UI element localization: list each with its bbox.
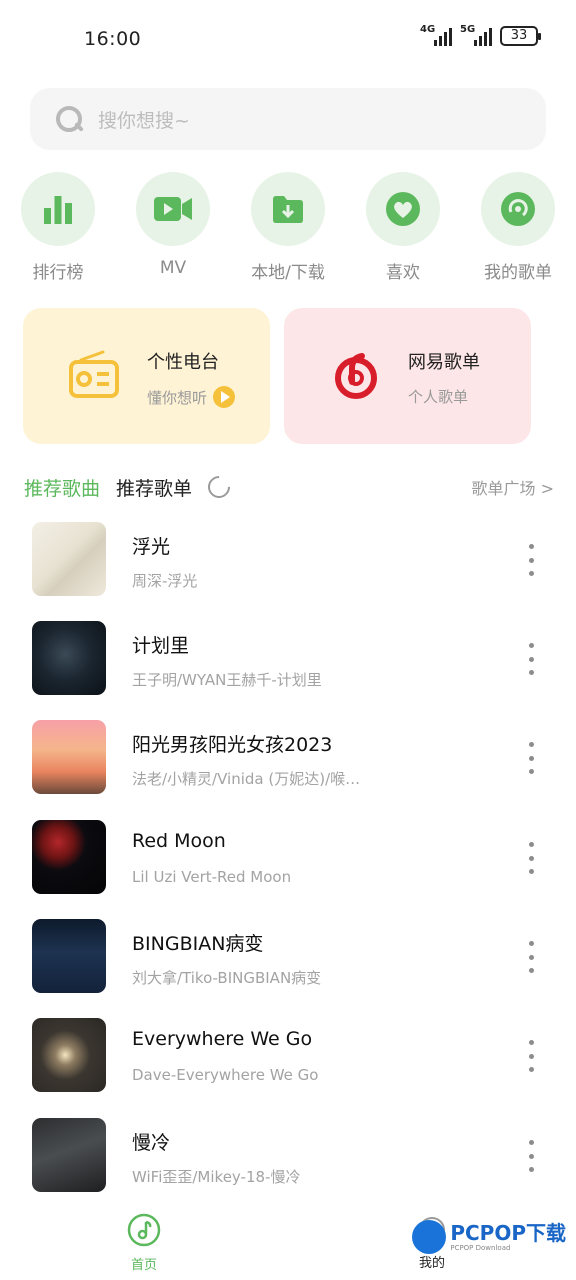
radio-card-title: 个性电台 [147,352,219,373]
song-title: 慢冷 [132,1132,171,1154]
radio-icon [67,348,123,404]
chart-bars-icon [21,172,95,246]
nav-favorite-label: 喜欢 [386,263,420,283]
personal-radio-card[interactable]: 个性电台 懂你想听 [23,308,270,444]
song-title: Red Moon [132,830,226,852]
more-options-icon[interactable] [527,1040,535,1072]
more-options-icon[interactable] [527,842,535,874]
netease-playlist-card[interactable]: 网易歌单 个人歌单 [284,308,531,444]
more-options-icon[interactable] [527,941,535,973]
tab-recommended-songs[interactable]: 推荐歌曲 [24,474,100,501]
album-cover [32,820,106,894]
bottom-nav-home-label: 首页 [130,1258,157,1273]
status-bar: 16:00 4G 5G 33 [0,0,576,80]
list-item[interactable]: Red Moon Lil Uzi Vert-Red Moon [0,820,576,896]
song-artist: Dave-Everywhere We Go [132,1066,319,1084]
music-note-icon [127,1213,161,1247]
more-options-icon[interactable] [527,544,535,576]
song-title: 浮光 [132,536,171,558]
disc-icon [481,172,555,246]
album-cover [32,1118,106,1192]
more-options-icon[interactable] [527,742,535,774]
heart-icon [366,172,440,246]
song-artist: 法老/小精灵/Vinida (万妮达)/喉… [132,770,361,788]
signal-4g-icon: 4G [420,24,452,46]
bottom-nav-home[interactable]: 首页 [104,1213,184,1273]
list-item[interactable]: BINGBIAN病变 刘大拿/Tiko-BINGBIAN病变 [0,919,576,995]
album-cover [32,919,106,993]
bottom-nav-mine-label: 我的 [418,1256,445,1271]
more-options-icon[interactable] [527,643,535,675]
song-artist: 刘大拿/Tiko-BINGBIAN病变 [132,969,322,987]
album-cover [32,522,106,596]
netease-card-subtitle: 个人歌单 [408,388,469,406]
search-placeholder: 搜你想搜~ [98,109,190,132]
nav-local-download[interactable]: 本地/下载 [228,172,348,283]
nav-mv-label: MV [159,258,187,278]
song-artist: 王子明/WYAN王赫千-计划里 [132,671,322,689]
recommend-tabs: 推荐歌曲 推荐歌单 歌单广场 > [24,471,555,503]
nav-my-playlists-label: 我的歌单 [484,263,552,283]
album-cover [32,1018,106,1092]
list-item[interactable]: 慢冷 WiFi歪歪/Mikey-18-慢冷 [0,1118,576,1194]
refresh-icon[interactable] [203,471,235,503]
search-bar[interactable]: 搜你想搜~ [30,88,546,150]
list-item[interactable]: Everywhere We Go Dave-Everywhere We Go [0,1018,576,1094]
album-cover [32,621,106,695]
signal-5g-icon: 5G [460,24,492,46]
list-item[interactable]: 浮光 周深-浮光 [0,522,576,598]
watermark-logo-icon [412,1220,447,1254]
folder-download-icon [251,172,325,246]
tab-recommended-playlists[interactable]: 推荐歌单 [116,474,192,501]
list-item[interactable]: 计划里 王子明/WYAN王赫千-计划里 [0,621,576,697]
list-item[interactable]: 阳光男孩阳光女孩2023 法老/小精灵/Vinida (万妮达)/喉… [0,720,576,796]
song-title: 计划里 [132,635,190,657]
nav-local-label: 本地/下载 [251,263,325,283]
watermark-text: PCPOP下载 [450,1221,566,1245]
status-time: 16:00 [84,28,142,50]
search-icon [54,104,84,134]
nav-ranking-label: 排行榜 [32,263,84,283]
playlist-plaza-link[interactable]: 歌单广场 > [472,475,555,499]
song-artist: Lil Uzi Vert-Red Moon [132,868,292,886]
album-cover [32,720,106,794]
nav-my-playlists[interactable]: 我的歌单 [458,172,576,283]
nav-mv[interactable]: MV [113,172,233,278]
song-artist: WiFi歪歪/Mikey-18-慢冷 [132,1168,301,1186]
song-title: Everywhere We Go [132,1028,313,1050]
play-icon[interactable] [213,386,236,408]
nav-ranking[interactable]: 排行榜 [0,172,118,283]
video-camera-icon [136,172,210,246]
battery-icon: 33 [500,26,541,46]
more-options-icon[interactable] [527,1140,535,1172]
song-artist: 周深-浮光 [132,572,198,590]
status-icons: 4G 5G 33 [420,24,541,46]
watermark-subtext: PCPOP Download [450,1244,511,1252]
nav-favorite[interactable]: 喜欢 [343,172,463,283]
netease-logo-icon [328,348,384,404]
song-title: BINGBIAN病变 [132,933,264,955]
radio-card-subtitle: 懂你想听 [147,386,236,408]
song-title: 阳光男孩阳光女孩2023 [132,734,333,756]
netease-card-title: 网易歌单 [408,352,480,373]
watermark: PCPOP下载 PCPOP Download [412,1220,566,1254]
